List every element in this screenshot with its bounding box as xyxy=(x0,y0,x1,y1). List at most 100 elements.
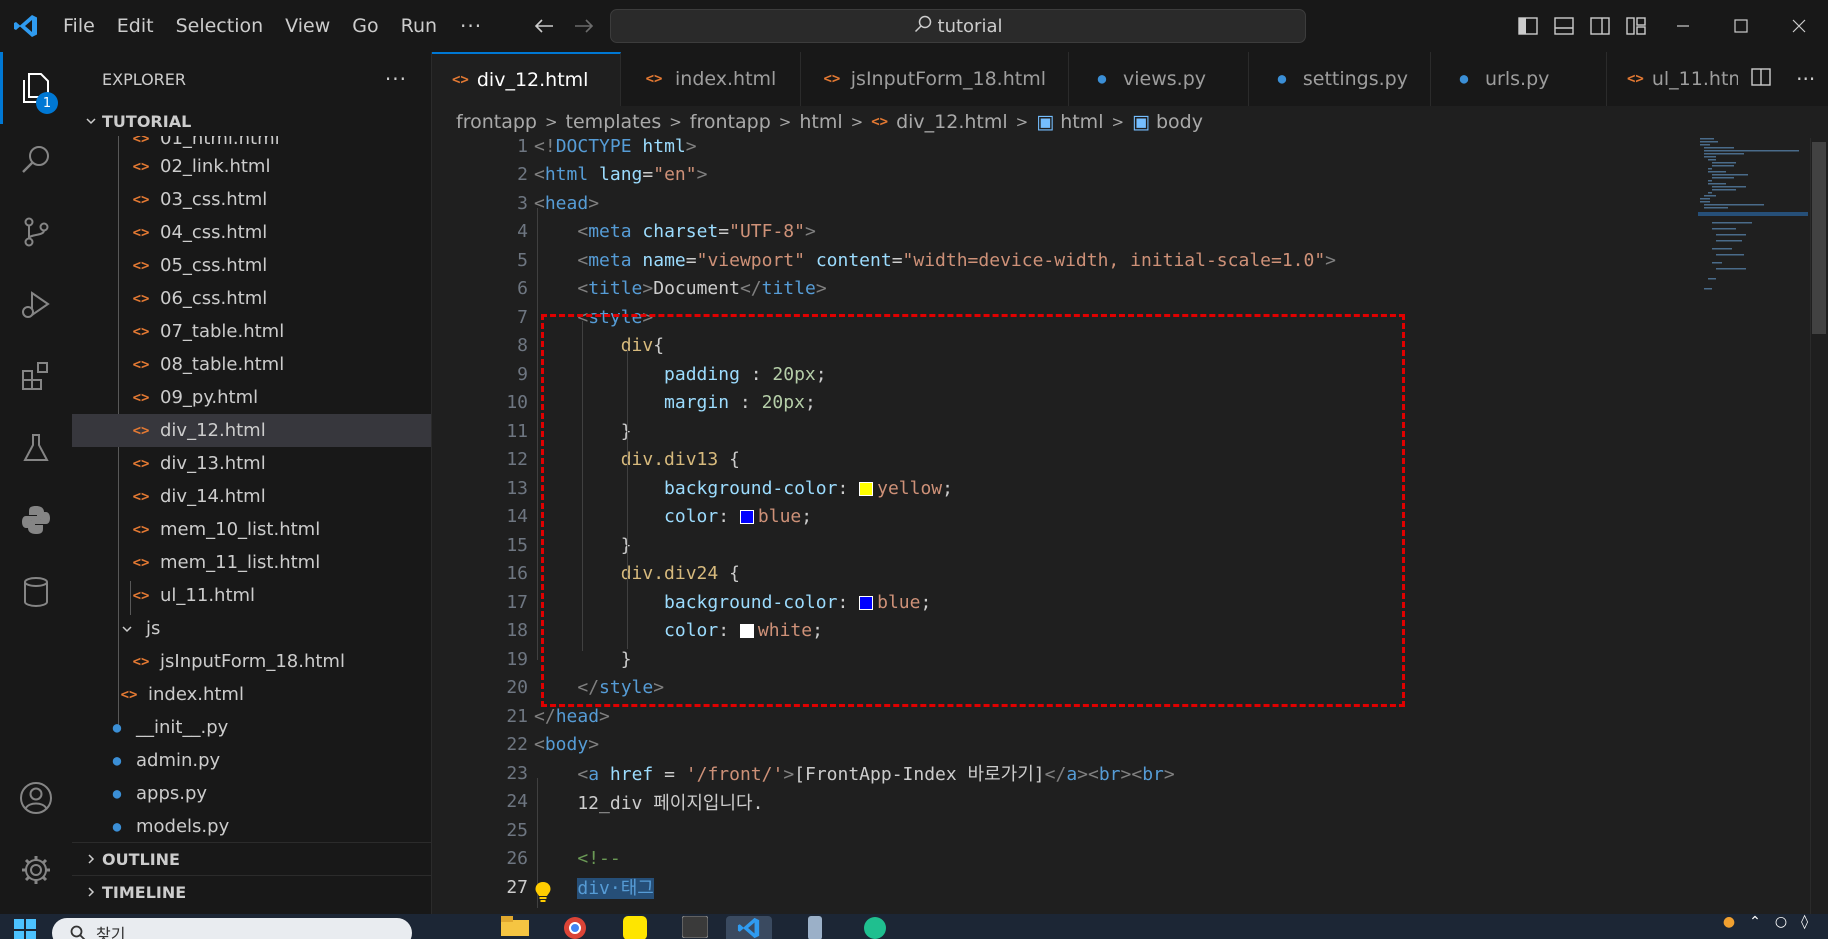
toggle-primary-sidebar-icon[interactable] xyxy=(1510,0,1546,52)
toggle-secondary-sidebar-icon[interactable] xyxy=(1582,0,1618,52)
file-explorer-taskbar-icon[interactable] xyxy=(492,916,538,939)
outline-section[interactable]: OUTLINE xyxy=(72,842,431,875)
code-line[interactable]: 20 </style> xyxy=(432,674,1692,703)
file-item[interactable]: <> 08_table.html xyxy=(72,348,431,381)
weather-icon[interactable]: ● xyxy=(1723,914,1735,930)
code-line[interactable]: 26 <!-- xyxy=(432,845,1692,874)
code-line[interactable]: 7 <style> xyxy=(432,303,1692,332)
search-icon[interactable] xyxy=(0,124,72,196)
code-line[interactable]: 2 <html lang="en"> xyxy=(432,161,1692,190)
file-item[interactable]: <> 02_link.html xyxy=(72,150,431,183)
menu-run[interactable]: Run xyxy=(390,0,448,52)
code-line[interactable]: 27 div·태그 xyxy=(432,873,1692,902)
breadcrumb-file[interactable]: <> div_12.html xyxy=(871,111,1007,133)
close-icon[interactable] xyxy=(1770,0,1828,52)
code-line[interactable]: 21 </head> xyxy=(432,702,1692,731)
file-item[interactable]: <> index.html xyxy=(72,678,431,711)
code-line[interactable]: 3 <head> xyxy=(432,189,1692,218)
back-arrow-icon[interactable] xyxy=(524,6,564,46)
breadcrumb-item[interactable]: templates xyxy=(566,111,662,133)
menu-go[interactable]: Go xyxy=(341,0,389,52)
code-line[interactable]: 14 color: blue; xyxy=(432,503,1692,532)
file-item[interactable]: <> ul_11.html xyxy=(72,579,431,612)
testing-icon[interactable] xyxy=(0,412,72,484)
extensions-icon[interactable] xyxy=(0,340,72,412)
file-item[interactable]: <> 06_css.html xyxy=(72,282,431,315)
breadcrumb-item[interactable]: html xyxy=(799,111,842,133)
code-line[interactable]: 10 margin : 20px; xyxy=(432,389,1692,418)
file-item[interactable]: <> mem_10_list.html xyxy=(72,513,431,546)
code-line[interactable]: 6 <title>Document</title> xyxy=(432,275,1692,304)
menu-more[interactable]: ··· xyxy=(448,14,494,38)
scrollbar-thumb[interactable] xyxy=(1812,142,1826,334)
menu-file[interactable]: File xyxy=(52,0,106,52)
settings-gear-icon[interactable] xyxy=(0,834,72,906)
source-control-icon[interactable] xyxy=(0,196,72,268)
explorer-more-button[interactable]: ··· xyxy=(385,67,407,91)
color-swatch[interactable] xyxy=(739,624,754,639)
split-editor-icon[interactable] xyxy=(1751,68,1771,90)
file-item[interactable]: <> 05_css.html xyxy=(72,249,431,282)
tab-settings[interactable]: ● settings.py xyxy=(1249,52,1431,106)
chevron-up-icon[interactable]: ⌃ xyxy=(1749,914,1761,930)
customize-layout-icon[interactable] xyxy=(1618,0,1654,52)
breadcrumb-symbol[interactable]: ▣ body xyxy=(1132,111,1203,133)
terminal-taskbar-icon[interactable] xyxy=(672,916,718,939)
tab-urls[interactable]: ● urls.py xyxy=(1431,52,1607,106)
command-center-search[interactable]: tutorial xyxy=(610,9,1306,43)
app-taskbar-icon[interactable] xyxy=(792,916,838,939)
code-line[interactable]: 24 12_div 페이지입니다. xyxy=(432,788,1692,817)
code-line[interactable]: 11 } xyxy=(432,417,1692,446)
timeline-section[interactable]: TIMELINE xyxy=(72,875,431,908)
code-editor[interactable]: 1 <!DOCTYPE html> 2 <html lang="en"> 3 <head>… xyxy=(432,138,1828,914)
menu-edit[interactable]: Edit xyxy=(106,0,165,52)
file-item[interactable]: <> mem_11_list.html xyxy=(72,546,431,579)
file-item[interactable]: <> 07_table.html xyxy=(72,315,431,348)
app-taskbar-icon[interactable] xyxy=(852,916,898,939)
menu-view[interactable]: View xyxy=(274,0,341,52)
vertical-scrollbar[interactable] xyxy=(1810,138,1828,914)
code-line[interactable]: 15 } xyxy=(432,531,1692,560)
volume-icon[interactable]: ◊ xyxy=(1801,914,1808,930)
kakaotalk-taskbar-icon[interactable] xyxy=(612,916,658,939)
code-line[interactable]: 1 <!DOCTYPE html> xyxy=(432,138,1692,161)
file-item[interactable]: <> 04_css.html xyxy=(72,216,431,249)
tab-jsinputform[interactable]: <> jsInputForm_18.html xyxy=(801,52,1069,106)
maximize-icon[interactable] xyxy=(1712,0,1770,52)
code-line[interactable]: 22 <body> xyxy=(432,731,1692,760)
code-line[interactable]: 17 background-color: blue; xyxy=(432,588,1692,617)
windows-start-icon[interactable] xyxy=(14,919,36,939)
folder-item-js[interactable]: js xyxy=(72,612,431,645)
code-line[interactable]: 23 <a href = '/front/'>[FrontApp-Index 바… xyxy=(432,759,1692,788)
breadcrumb-symbol[interactable]: ▣ html xyxy=(1036,111,1103,133)
menu-selection[interactable]: Selection xyxy=(165,0,275,52)
file-item[interactable]: <> div_14.html xyxy=(72,480,431,513)
tab-views[interactable]: ● views.py xyxy=(1069,52,1249,106)
file-item[interactable]: <> 09_py.html xyxy=(72,381,431,414)
network-icon[interactable]: ○ xyxy=(1775,914,1787,930)
file-item[interactable]: ● models.py xyxy=(72,810,431,843)
chrome-taskbar-icon[interactable] xyxy=(552,916,598,939)
tutorial-root-folder[interactable]: TUTORIAL xyxy=(72,106,431,136)
tab-div-12[interactable]: <> div_12.html xyxy=(432,52,621,106)
code-line[interactable]: 4 <meta charset="UTF-8"> xyxy=(432,218,1692,247)
file-item[interactable]: ● apps.py xyxy=(72,777,431,810)
more-actions-icon[interactable]: ··· xyxy=(1796,67,1815,91)
file-item-selected[interactable]: <> div_12.html xyxy=(72,414,431,447)
file-item[interactable]: ● __init__.py xyxy=(72,711,431,744)
code-line[interactable]: 16 div.div24 { xyxy=(432,560,1692,589)
account-icon[interactable] xyxy=(0,762,72,834)
file-item[interactable]: ● admin.py xyxy=(72,744,431,777)
file-item[interactable]: <> jsInputForm_18.html xyxy=(72,645,431,678)
code-line[interactable]: 25 xyxy=(432,816,1692,845)
color-swatch[interactable] xyxy=(859,481,874,496)
run-debug-icon[interactable] xyxy=(0,268,72,340)
taskbar-search[interactable]: 찾기 xyxy=(52,918,412,939)
breadcrumb-item[interactable]: frontapp xyxy=(456,111,537,133)
breadcrumb-item[interactable]: frontapp xyxy=(690,111,771,133)
minimap[interactable] xyxy=(1698,138,1808,914)
code-line[interactable]: 9 padding : 20px; xyxy=(432,360,1692,389)
code-line[interactable]: 13 background-color: yellow; xyxy=(432,474,1692,503)
tab-index[interactable]: <> index.html xyxy=(621,52,801,106)
lightbulb-icon[interactable] xyxy=(534,881,552,907)
